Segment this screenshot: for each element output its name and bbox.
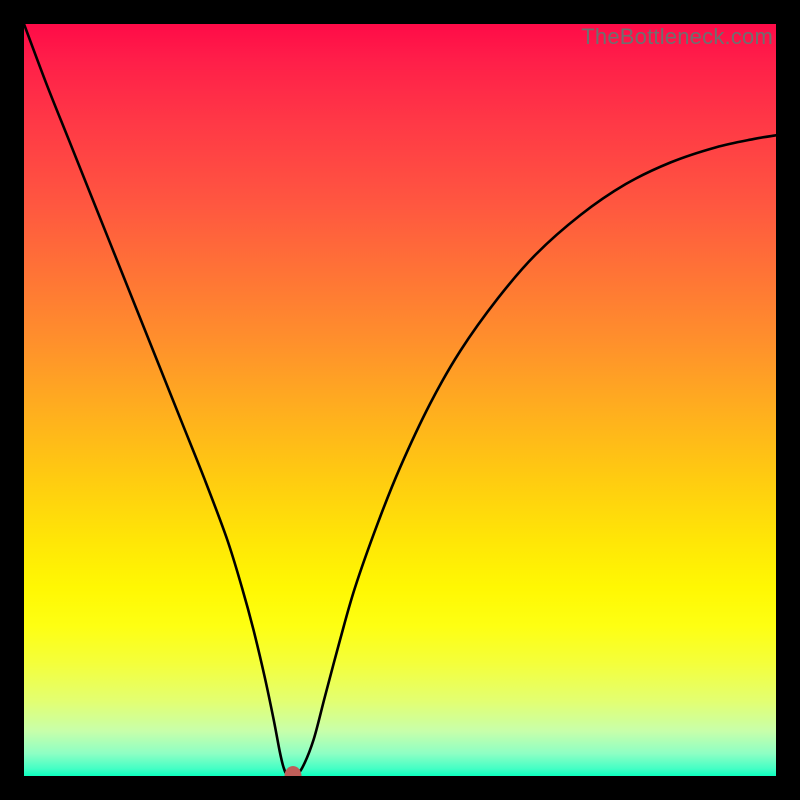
branding-watermark: TheBottleneck.com <box>581 24 773 50</box>
chart-frame: TheBottleneck.com <box>0 0 800 800</box>
plot-area: TheBottleneck.com <box>24 24 776 776</box>
bottleneck-curve <box>24 24 776 776</box>
